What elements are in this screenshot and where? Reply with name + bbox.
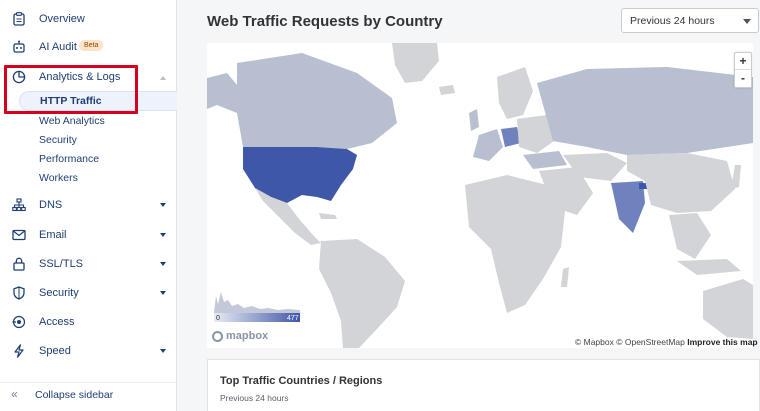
page-title: Web Traffic Requests by Country — [207, 13, 443, 30]
double-chevron-left-icon: « — [11, 387, 18, 401]
beta-badge: Beta — [79, 40, 104, 51]
card-title: Top Traffic Countries / Regions — [220, 375, 383, 387]
map-region-scandinavia — [497, 67, 533, 119]
map-region-greenland — [392, 43, 439, 83]
sidebar-item-access[interactable]: Access — [0, 310, 176, 334]
chevron-down-icon[interactable] — [160, 233, 166, 237]
sidebar-item-overview[interactable]: Overview — [0, 7, 176, 31]
sidebar-subitem-http-traffic[interactable]: HTTP Traffic — [19, 91, 177, 111]
map-region-caribbean — [319, 213, 337, 219]
access-icon — [12, 315, 26, 329]
map-region-uk — [469, 109, 479, 131]
map-region-madagascar — [561, 267, 569, 287]
sidebar-subitem-security[interactable]: Security — [39, 134, 77, 146]
sidebar-item-analytics-logs[interactable]: Analytics & Logs — [0, 65, 176, 89]
envelope-icon — [12, 228, 26, 242]
mapbox-logo-icon — [212, 330, 223, 342]
sidebar-item-email[interactable]: Email — [0, 223, 176, 247]
sidebar-item-label: Analytics & Logs — [39, 71, 121, 83]
sidebar-item-label: Speed — [39, 345, 71, 357]
mapbox-logo: mapbox — [212, 330, 268, 342]
map-region-russia — [537, 67, 753, 155]
lock-icon — [12, 257, 26, 271]
time-range-select[interactable]: Previous 24 hours — [621, 8, 759, 33]
map-region-australia — [703, 279, 753, 339]
improve-map-link[interactable]: Improve this map — [687, 337, 757, 347]
sidebar-item-label: DNS — [39, 199, 63, 211]
lightning-icon — [12, 344, 26, 358]
legend-min-label: 0 — [216, 315, 220, 322]
chevron-down-icon[interactable] — [160, 262, 166, 266]
time-range-value: Previous 24 hours — [630, 15, 715, 27]
mapbox-logo-text: mapbox — [226, 330, 269, 342]
sidebar-item-ssl-tls[interactable]: SSL/TLS — [0, 252, 176, 276]
main-content: Web Traffic Requests by Country Previous… — [177, 0, 760, 411]
sidebar-item-dns[interactable]: DNS — [0, 193, 176, 217]
sidebar-item-label: AI Audit — [39, 41, 77, 53]
pie-chart-icon — [12, 70, 26, 84]
zoom-in-button[interactable]: + — [735, 53, 751, 70]
sidebar-subitem-workers[interactable]: Workers — [39, 172, 78, 184]
map-region-canada — [237, 53, 397, 149]
sidebar: Overview AI Audit Beta Analytics & Logs … — [0, 0, 177, 411]
map-region-turkey — [523, 151, 567, 169]
world-map[interactable]: 0 477 mapbox + - — [207, 43, 753, 348]
chevron-down-icon — [743, 19, 751, 24]
clipboard-icon — [12, 12, 26, 26]
sidebar-item-label: SSL/TLS — [39, 258, 84, 270]
card-subtitle: Previous 24 hours — [220, 393, 289, 403]
map-region-southeast-asia — [669, 213, 711, 259]
shield-icon — [12, 286, 26, 300]
sidebar-item-ai-audit[interactable]: AI Audit Beta — [0, 35, 176, 59]
chevron-down-icon[interactable] — [160, 203, 166, 207]
sidebar-subitem-web-analytics[interactable]: Web Analytics — [39, 115, 105, 127]
zoom-controls: + - — [734, 52, 752, 88]
chevron-down-icon[interactable] — [160, 291, 166, 295]
chevron-down-icon[interactable] — [160, 349, 166, 353]
sidebar-subitem-performance[interactable]: Performance — [39, 153, 99, 165]
attribution-text[interactable]: © Mapbox © OpenStreetMap — [575, 337, 685, 347]
sidebar-subitem-label: HTTP Traffic — [40, 95, 102, 107]
map-region-indonesia — [677, 259, 741, 275]
sidebar-item-label: Overview — [39, 13, 85, 25]
map-region-iceland — [439, 85, 455, 95]
collapse-sidebar-label: Collapse sidebar — [35, 389, 114, 401]
robot-icon — [12, 40, 26, 54]
collapse-sidebar-button[interactable]: « Collapse sidebar — [0, 382, 176, 404]
sidebar-item-security[interactable]: Security — [0, 281, 176, 305]
network-icon — [12, 198, 26, 212]
map-attribution: © Mapbox © OpenStreetMap Improve this ma… — [575, 337, 758, 347]
map-region-japan — [731, 165, 741, 189]
zoom-out-button[interactable]: - — [735, 70, 751, 87]
map-region-south-america — [319, 239, 405, 348]
sidebar-item-label: Access — [39, 316, 75, 328]
map-region-alaska — [207, 73, 242, 113]
map-region-africa — [465, 175, 565, 313]
chevron-up-icon[interactable] — [160, 76, 166, 80]
legend-max-label: 477 — [287, 315, 299, 322]
sidebar-item-label: Email — [39, 229, 67, 241]
map-region-western-europe — [473, 129, 503, 161]
sidebar-item-speed[interactable]: Speed — [0, 339, 176, 363]
sidebar-item-label: Security — [39, 287, 79, 299]
top-countries-card: Top Traffic Countries / Regions Previous… — [207, 359, 760, 411]
